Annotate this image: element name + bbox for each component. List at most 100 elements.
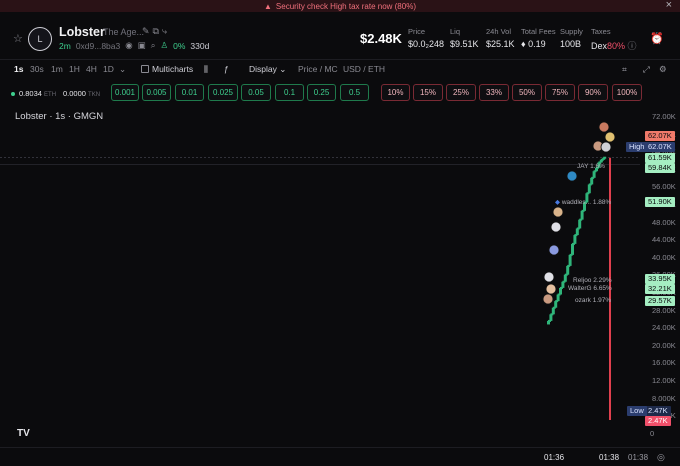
settings-icon[interactable]: ◎: [657, 452, 665, 463]
trader-avatar: [604, 131, 616, 143]
chevron-down-icon[interactable]: ⌄: [119, 64, 126, 75]
alarm-icon[interactable]: ⏰: [650, 32, 664, 45]
checkbox-icon[interactable]: [141, 65, 149, 73]
stat-volume: 24h Vol $25.1K: [486, 27, 515, 49]
close-icon[interactable]: ×: [666, 0, 672, 11]
y-tick: 72.00K: [652, 112, 676, 121]
y-tick: 44.00K: [652, 235, 676, 245]
info-icon[interactable]: ⓘ: [628, 41, 637, 51]
price-tag: 33.95K: [645, 274, 675, 284]
interval-1h[interactable]: 1H: [69, 64, 80, 74]
high-label: High: [626, 142, 648, 152]
y-tick: 16.00K: [652, 358, 676, 368]
trader-avatar: [545, 283, 557, 295]
expand-icon[interactable]: ⤢: [643, 64, 650, 75]
price-tag: 51.90K: [645, 197, 675, 207]
candle: [563, 274, 567, 282]
multicharts-toggle[interactable]: Multicharts: [141, 64, 193, 74]
buy-button[interactable]: 0.005: [142, 84, 171, 101]
buy-button[interactable]: 0.01: [175, 84, 204, 101]
buy-button[interactable]: 0.001: [111, 84, 139, 101]
display-label: Display: [249, 64, 277, 74]
stat-fees-label: Total Fees: [521, 27, 556, 36]
y-tick: 8.000K: [652, 393, 676, 403]
share-icon[interactable]: ⤷: [162, 26, 170, 36]
security-banner[interactable]: ▲ Security check High tax rate now (80%)…: [0, 0, 680, 12]
stat-liq-value: $9.51K: [450, 39, 479, 49]
stat-taxes-label: Taxes: [591, 27, 611, 36]
price-tag: 61.59K: [645, 153, 675, 163]
stat-liq-label: Liq: [450, 27, 461, 36]
interval-4h[interactable]: 4H: [86, 64, 97, 74]
camera-icon[interactable]: ⌗: [622, 64, 627, 75]
tkn-balance-value: 0.0000: [63, 89, 86, 98]
header-icons: ✎⧉⤷: [142, 26, 170, 37]
sell-button[interactable]: 100%: [612, 84, 642, 101]
price-tag: 2.47K: [645, 416, 671, 426]
copy-icon[interactable]: ⧉: [153, 26, 162, 36]
y-tick: 40.00K: [652, 252, 676, 262]
stat-supply: Supply 100B: [560, 27, 583, 49]
chat-icon[interactable]: ▣: [138, 40, 146, 51]
candle: [568, 254, 572, 266]
candle: [578, 219, 582, 229]
holders-count: 330d: [190, 40, 210, 51]
interval-30s[interactable]: 30s: [30, 64, 44, 74]
token-avatar: L: [28, 27, 52, 51]
price-tag: 59.84K: [645, 163, 675, 173]
buy-button[interactable]: 0.1: [275, 84, 304, 101]
sell-button[interactable]: 75%: [545, 84, 575, 101]
indicators-icon[interactable]: ƒ: [224, 64, 229, 74]
sell-button[interactable]: 90%: [578, 84, 608, 101]
stat-fees-row: ♦ 0.19: [521, 39, 556, 49]
buy-button[interactable]: 0.5: [340, 84, 369, 101]
stat-taxes-row: Dex80% ⓘ: [591, 39, 637, 52]
tradingview-logo[interactable]: TV: [17, 428, 37, 440]
sell-button[interactable]: 33%: [479, 84, 509, 101]
holders-pct: 0%: [173, 40, 186, 51]
interval-1m[interactable]: 1m: [51, 64, 63, 74]
eye-icon[interactable]: ◉: [125, 40, 132, 51]
token-address[interactable]: 0xd9...8ba3: [76, 41, 120, 51]
price-tag: 29.57K: [645, 296, 675, 306]
buy-button[interactable]: 0.05: [241, 84, 271, 101]
buy-button[interactable]: 0.025: [208, 84, 238, 101]
chart-toolbar: 1s 30s 1m 1H 4H 1D ⌄ Multicharts ⫼ ƒ Dis…: [0, 62, 680, 78]
stat-volume-value: $25.1K: [486, 39, 515, 49]
sell-button[interactable]: 15%: [413, 84, 443, 101]
candle-type-icon[interactable]: ⫼: [204, 64, 208, 75]
stat-price-value: $0.0₂248: [408, 39, 445, 49]
price-chart[interactable]: [0, 104, 680, 464]
display-menu[interactable]: Display ⌄: [249, 64, 286, 75]
sell-button[interactable]: 25%: [446, 84, 476, 101]
x-tick: 01:38: [628, 453, 649, 462]
trader-avatar: [552, 206, 564, 218]
star-icon[interactable]: ☆: [13, 32, 23, 45]
stat-volume-label: 24h Vol: [486, 27, 512, 36]
eth-balance-unit: ETH: [44, 92, 57, 98]
eth-balance-value: 0.8034: [19, 89, 42, 98]
sell-button[interactable]: 10%: [381, 84, 410, 101]
y-tick: 20.00K: [652, 340, 676, 350]
y-tick: 12.00K: [652, 376, 676, 385]
usd-eth-toggle[interactable]: USD / ETH: [343, 64, 385, 74]
search-icon[interactable]: ⌕: [151, 40, 156, 51]
edit-icon[interactable]: ✎: [142, 26, 153, 36]
trader-avatar: [550, 221, 562, 233]
token-meta-row: 2m 0xd9...8ba3 ◉ ▣ ⌕ ♙ 0% 330d: [59, 40, 209, 51]
token-name: Lobster: [59, 25, 105, 39]
candle: [573, 235, 577, 244]
sell-button[interactable]: 50%: [512, 84, 542, 101]
gear-icon[interactable]: ⚙: [659, 64, 667, 75]
y-tick: 0: [650, 428, 655, 438]
price-mc-toggle[interactable]: Price / MC: [298, 64, 338, 74]
y-tick: 24.00K: [652, 323, 676, 333]
candle: [580, 210, 584, 220]
price-tag: 2.47K: [645, 406, 671, 416]
trader-avatar: [598, 121, 610, 133]
interval-1s[interactable]: 1s: [14, 64, 23, 74]
price-tag: 62.07K: [645, 142, 675, 152]
fees-icon: ♦: [521, 39, 526, 49]
buy-button[interactable]: 0.25: [307, 84, 336, 101]
interval-1d[interactable]: 1D: [103, 64, 114, 74]
